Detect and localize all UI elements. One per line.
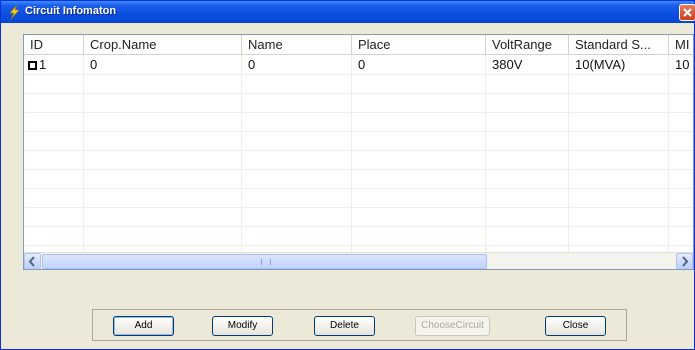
table-header: ID Crop.Name Name Place VoltRange Standa…	[24, 35, 693, 55]
modify-button[interactable]: Modify	[212, 316, 273, 336]
column-header-name[interactable]: Name	[242, 35, 352, 54]
empty-row	[24, 188, 693, 208]
empty-row	[24, 150, 693, 170]
close-button[interactable]: Close	[545, 316, 606, 336]
column-divider	[83, 55, 84, 252]
delete-button[interactable]: Delete	[314, 316, 375, 336]
cell-crop-name[interactable]: 0	[84, 55, 242, 74]
circuit-information-window: Circuit Infomaton ID Crop.Name Name Plac…	[0, 0, 695, 350]
scroll-thumb[interactable]	[42, 254, 487, 269]
column-header-standard[interactable]: Standard S...	[569, 35, 669, 54]
cell-mi[interactable]: 10	[669, 55, 693, 74]
cell-name[interactable]: 0	[242, 55, 352, 74]
column-divider	[568, 55, 569, 252]
column-divider	[241, 55, 242, 252]
cell-id[interactable]: 1	[24, 55, 84, 74]
table-row[interactable]: 1 0 0 0 380V 10(MVA) 10	[24, 55, 693, 75]
scroll-left-button[interactable]	[24, 253, 41, 269]
column-header-crop-name[interactable]: Crop.Name	[84, 35, 242, 54]
circuit-table[interactable]: ID Crop.Name Name Place VoltRange Standa…	[23, 34, 694, 270]
empty-row	[24, 74, 693, 94]
column-header-place[interactable]: Place	[352, 35, 486, 54]
empty-row	[24, 207, 693, 227]
empty-row	[24, 112, 693, 132]
column-divider	[351, 55, 352, 252]
chevron-right-icon	[682, 256, 689, 267]
cell-place[interactable]: 0	[352, 55, 486, 74]
empty-row	[24, 93, 693, 113]
column-divider	[668, 55, 669, 252]
scroll-right-button[interactable]	[676, 253, 693, 269]
choose-circuit-button[interactable]: ChooseCircuit	[415, 316, 490, 336]
close-icon	[683, 8, 692, 17]
horizontal-scrollbar[interactable]	[24, 252, 693, 269]
empty-row	[24, 131, 693, 151]
column-header-mi[interactable]: MI	[669, 35, 693, 54]
lightning-icon	[9, 4, 20, 20]
chevron-left-icon	[28, 256, 35, 267]
column-header-id[interactable]: ID	[24, 35, 84, 54]
scroll-grip	[261, 259, 271, 265]
row-checkbox[interactable]	[28, 61, 37, 70]
cell-standard[interactable]: 10(MVA)	[569, 55, 669, 74]
add-button[interactable]: Add	[113, 316, 174, 336]
column-header-volt-range[interactable]: VoltRange	[486, 35, 569, 54]
cell-volt-range[interactable]: 380V	[486, 55, 569, 74]
title-bar[interactable]: Circuit Infomaton	[1, 1, 695, 23]
empty-row	[24, 226, 693, 246]
column-divider	[485, 55, 486, 252]
cell-id-value: 1	[39, 57, 47, 72]
window-title: Circuit Infomaton	[25, 5, 117, 17]
empty-row	[24, 169, 693, 189]
close-window-button[interactable]	[679, 4, 695, 21]
